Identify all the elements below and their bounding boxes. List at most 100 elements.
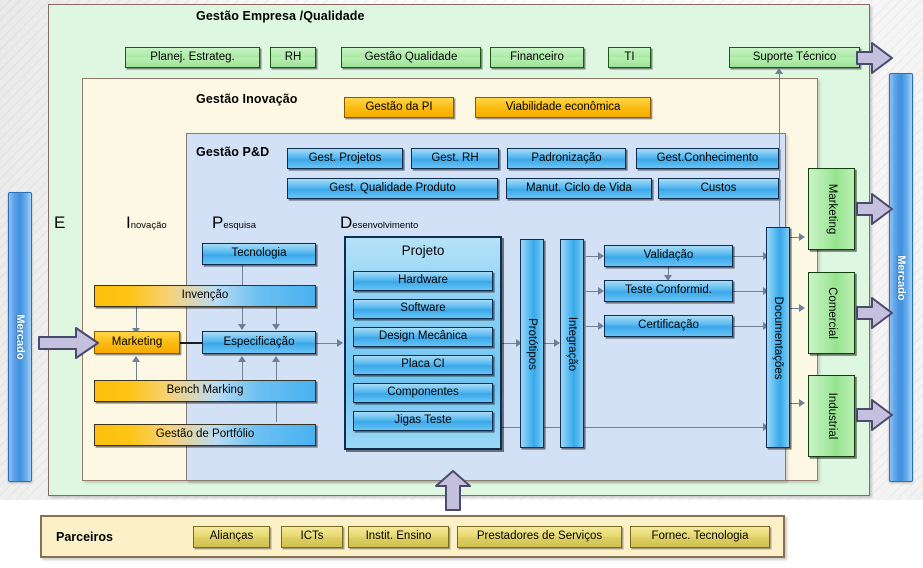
enterprise-button-rh[interactable]: RH xyxy=(270,47,316,68)
flow-box-label: Invenção xyxy=(181,289,229,302)
enterprise-panel-title: Gestão Empresa /Qualidade xyxy=(196,9,365,23)
enterprise-button-label: RH xyxy=(284,50,302,63)
rnd-button-manut-ciclo-de-vida[interactable]: Manut. Ciclo de Vida xyxy=(506,178,652,199)
flow-box-label: Tecnologia xyxy=(231,247,287,260)
flow-box-label: Marketing xyxy=(111,335,163,348)
vbar-documentacoes[interactable]: Documentações xyxy=(766,227,790,448)
partners-button-instit-ensino[interactable]: Instit. Ensino xyxy=(348,526,449,548)
output-box-label: Marketing xyxy=(825,183,838,235)
enterprise-button-suporte-tecnico[interactable]: Suporte Técnico xyxy=(729,47,860,68)
stage-letter: E xyxy=(54,213,66,232)
market-bar-left: Mercado xyxy=(8,192,32,482)
rnd-button-label: Gest. RH xyxy=(431,151,479,164)
stage-label-pesquisa: Pesquisa xyxy=(212,213,256,233)
connector-benchmarking-especificacao xyxy=(242,360,243,382)
partners-button-label: Instit. Ensino xyxy=(365,530,432,543)
innovation-button-gestao-da-pi[interactable]: Gestão da PI xyxy=(344,97,454,118)
projeto-item-componentes[interactable]: Componentes xyxy=(353,383,493,403)
connector-benchmarking-marketing xyxy=(136,360,137,382)
diagram-root: Mercado Mercado Gestão Empresa /Qualidad… xyxy=(0,0,923,568)
arrowhead-right xyxy=(799,304,805,312)
projeto-item-placa-ci[interactable]: Placa CI xyxy=(353,355,493,375)
flow-box-label: Gestão de Portfólio xyxy=(155,428,255,441)
stage-word: novação xyxy=(130,220,167,231)
output-box-label: Comercial xyxy=(825,287,838,339)
connector-documentacoes-suporte xyxy=(779,74,780,234)
vbar-label: Protótipos xyxy=(526,317,538,370)
arrowhead-right xyxy=(337,339,343,347)
connector-validacao-documentacoes xyxy=(733,256,767,257)
flow-box-invencao[interactable]: Invenção xyxy=(94,285,316,307)
flow-box-teste-conformidade[interactable]: Teste Conformid. xyxy=(604,280,733,302)
partners-button-fornec-tecnologia[interactable]: Fornec. Tecnologia xyxy=(630,526,770,548)
flow-box-gestao-portfolio[interactable]: Gestão de Portfólio xyxy=(94,424,316,446)
enterprise-button-label: TI xyxy=(624,50,635,63)
partners-button-label: ICTs xyxy=(300,530,324,543)
stage-label-e: E xyxy=(54,213,65,233)
vbar-prototipos[interactable]: Protótipos xyxy=(520,239,544,448)
innovation-button-label: Viabilidade econômica xyxy=(505,100,621,113)
projeto-item-label: Componentes xyxy=(387,386,459,399)
projeto-item-hardware[interactable]: Hardware xyxy=(353,271,493,291)
partners-button-prestadores-de-servicos[interactable]: Prestadores de Serviços xyxy=(457,526,622,548)
partners-button-label: Prestadores de Serviços xyxy=(476,530,603,543)
block-arrow-industrial-out xyxy=(856,398,894,432)
innovation-button-viabilidade-economica[interactable]: Viabilidade econômica xyxy=(475,97,651,118)
rnd-button-gest-rh[interactable]: Gest. RH xyxy=(411,148,499,169)
projeto-item-label: Software xyxy=(400,302,446,315)
enterprise-button-label: Planej. Estrateg. xyxy=(150,50,235,63)
enterprise-button-label: Gestão Qualidade xyxy=(364,50,458,63)
rnd-button-label: Gest.Conhecimento xyxy=(656,151,759,164)
projeto-item-jigas-teste[interactable]: Jigas Teste xyxy=(353,411,493,431)
enterprise-button-ti[interactable]: TI xyxy=(608,47,651,68)
arrowhead-right xyxy=(799,233,805,241)
flow-box-label: Teste Conformid. xyxy=(625,284,712,297)
output-box-label: Industrial xyxy=(825,392,838,440)
projeto-item-design-mecanica[interactable]: Design Mecânica xyxy=(353,327,493,347)
partners-title: Parceiros xyxy=(56,529,113,544)
flow-box-especificacao[interactable]: Especificação xyxy=(202,331,316,354)
rnd-button-label: Custos xyxy=(700,181,737,194)
projeto-item-software[interactable]: Software xyxy=(353,299,493,319)
innovation-panel-title: Gestão Inovação xyxy=(196,92,298,106)
projeto-title: Projeto xyxy=(401,243,445,258)
block-arrow-marketing-out xyxy=(856,192,894,226)
arrowhead-right xyxy=(799,399,805,407)
arrowhead-up xyxy=(132,356,140,362)
stage-label-desenvolvimento: Desenvolvimento xyxy=(340,213,418,233)
flow-box-certificacao[interactable]: Certificação xyxy=(604,315,733,337)
rnd-button-padronizacao[interactable]: Padronização xyxy=(507,148,626,169)
flow-box-label: Certificação xyxy=(638,319,699,332)
rnd-button-gest-conhecimento[interactable]: Gest.Conhecimento xyxy=(636,148,779,169)
projeto-item-label: Hardware xyxy=(398,274,448,287)
arrowhead-down xyxy=(238,324,246,330)
output-box-marketing[interactable]: Marketing xyxy=(808,168,855,250)
vbar-integracao[interactable]: Integração xyxy=(560,239,584,448)
rnd-button-label: Manut. Ciclo de Vida xyxy=(526,181,632,194)
rnd-button-custos[interactable]: Custos xyxy=(658,178,779,199)
projeto-item-label: Placa CI xyxy=(401,358,445,371)
connector-certificacao-documentacoes xyxy=(733,326,767,327)
block-arrow-market-in xyxy=(38,326,100,360)
rnd-button-gest-projetos[interactable]: Gest. Projetos xyxy=(287,148,403,169)
block-arrow-suporte-out xyxy=(856,41,894,75)
flow-box-validacao[interactable]: Validação xyxy=(604,245,733,267)
partners-button-aliancas[interactable]: Alianças xyxy=(193,526,270,548)
rnd-button-gest-qualidade-produto[interactable]: Gest. Qualidade Produto xyxy=(287,178,498,199)
flow-box-bench-marking[interactable]: Bench Marking xyxy=(94,380,316,402)
stage-label-inovacao: Inovação xyxy=(126,213,167,233)
partners-button-icts[interactable]: ICTs xyxy=(281,526,343,548)
flow-box-tecnologia[interactable]: Tecnologia xyxy=(202,243,316,265)
flow-box-label: Bench Marking xyxy=(166,384,244,397)
rnd-button-label: Gest. Qualidade Produto xyxy=(329,181,456,194)
projeto-item-label: Design Mecânica xyxy=(378,330,468,343)
enterprise-button-planej-estrateg[interactable]: Planej. Estrateg. xyxy=(125,47,260,68)
stage-letter: P xyxy=(212,213,224,232)
enterprise-button-label: Suporte Técnico xyxy=(752,50,837,63)
output-box-comercial[interactable]: Comercial xyxy=(808,272,855,354)
output-box-industrial[interactable]: Industrial xyxy=(808,375,855,457)
flow-box-marketing[interactable]: Marketing xyxy=(94,331,180,354)
enterprise-button-gestao-qualidade[interactable]: Gestão Qualidade xyxy=(341,47,481,68)
block-arrow-comercial-out xyxy=(856,296,894,330)
enterprise-button-financeiro[interactable]: Financeiro xyxy=(490,47,584,68)
